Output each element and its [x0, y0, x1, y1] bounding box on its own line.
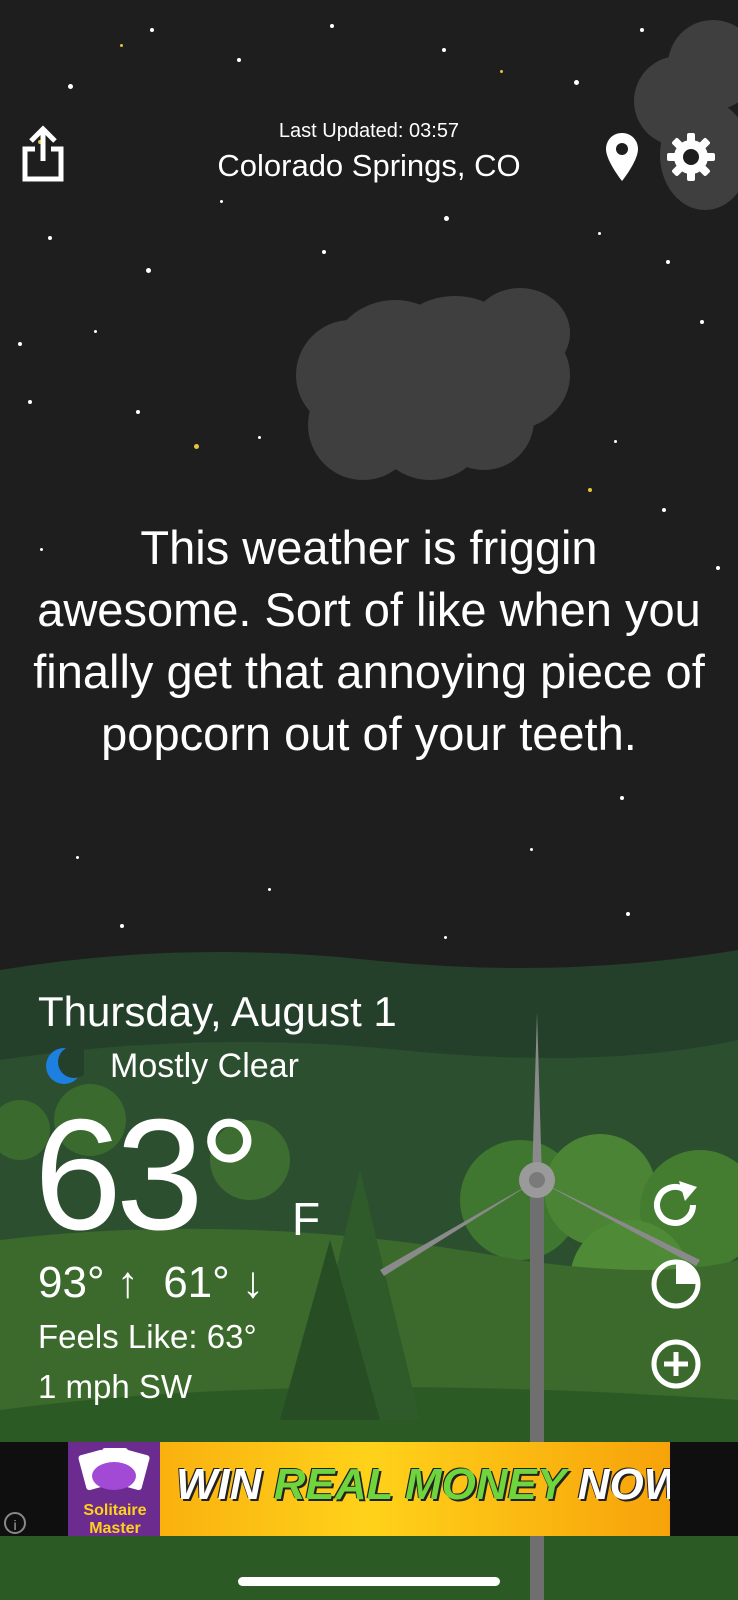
settings-button[interactable] [664, 130, 718, 184]
weather-quote: This weather is friggin awesome. Sort of… [33, 521, 705, 760]
wind-label: 1 mph SW [38, 1368, 193, 1405]
high-low-temperature: 93° ↑ 61° ↓ [38, 1258, 264, 1307]
feels-like-label: Feels Like: 63° [38, 1318, 257, 1355]
condition-label: Mostly Clear [110, 1046, 299, 1085]
add-icon [651, 1339, 701, 1389]
date-label: Thursday, August 1 [38, 988, 397, 1035]
radar-button[interactable] [648, 1256, 704, 1312]
refresh-icon [654, 1181, 697, 1226]
refresh-button[interactable] [648, 1178, 704, 1234]
ad-banner[interactable]: Solitaire Master WIN REAL MONEY NOW! [68, 1442, 670, 1536]
info-icon: i [13, 1517, 17, 1533]
condition-row: Mostly Clear [44, 1046, 299, 1086]
home-indicator[interactable] [238, 1577, 500, 1586]
ad-logo: Solitaire Master [68, 1442, 160, 1536]
ad-logo-text: Solitaire Master [83, 1502, 147, 1536]
ad-headline: WIN REAL MONEY NOW! [176, 1460, 670, 1509]
map-pin-icon [606, 133, 638, 181]
gear-icon [667, 133, 715, 181]
crescent-moon-icon [46, 1046, 84, 1084]
radar-icon [651, 1259, 701, 1309]
cards-icon [78, 1448, 150, 1491]
ad-banner-container: i Solitaire Master WIN REAL MONEY NOW! [0, 1442, 738, 1536]
temperature-unit: F [292, 1193, 321, 1245]
add-location-button[interactable] [648, 1336, 704, 1392]
location-button[interactable] [600, 130, 644, 184]
current-temperature: 63° [34, 1087, 261, 1263]
ad-info-button[interactable]: i [4, 1512, 26, 1534]
